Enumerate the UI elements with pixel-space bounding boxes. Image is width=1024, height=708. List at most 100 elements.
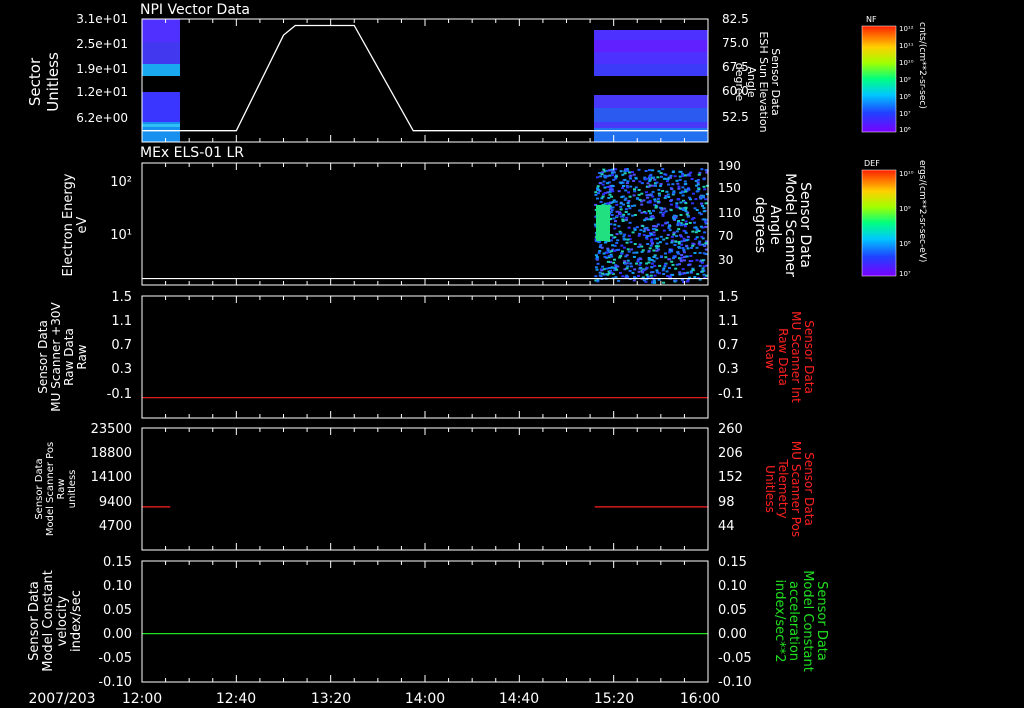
spectrogram-pixel — [606, 202, 610, 205]
spectrogram-pixel — [699, 213, 703, 216]
spectrogram-pixel — [686, 215, 690, 218]
time-tick-label: 16:00 — [680, 691, 720, 707]
spectrogram-pixel — [596, 185, 600, 188]
spectrogram-pixel — [626, 186, 630, 189]
spectrogram-pixel — [651, 169, 655, 172]
spectrogram-pixel — [662, 229, 666, 232]
spectrogram-pixel — [611, 206, 615, 209]
axis-label-line: Raw — [763, 344, 777, 369]
spectrogram-pixel — [692, 217, 696, 219]
spectrogram-pixel — [620, 181, 623, 184]
spectrogram-pixel — [651, 271, 655, 274]
spectrogram-pixel — [655, 181, 659, 184]
spectrogram-pixel — [698, 240, 702, 243]
axis-label-line: Sector — [26, 57, 44, 106]
spectrogram-pixel — [704, 225, 708, 228]
spectrogram-pixel — [633, 214, 637, 216]
spectrogram-pixel — [624, 211, 628, 213]
spectrogram-pixel — [611, 244, 615, 247]
spectrogram-pixel — [693, 276, 697, 279]
spectrogram-pixel — [637, 274, 640, 277]
spectrogram-pixel — [698, 171, 702, 174]
axis-label-line: Telemetry — [776, 458, 790, 518]
spectrogram-pixel — [606, 182, 609, 185]
spectrogram-pixel — [702, 273, 706, 276]
axis-label-line: MU Scanner Int — [789, 311, 803, 403]
spectrogram-pixel — [685, 245, 689, 248]
spectrogram-pixel — [596, 197, 599, 200]
spectrogram-pixel — [659, 211, 663, 214]
spectrogram-pixel — [653, 281, 657, 284]
axis-label-line: acceleration — [786, 581, 801, 661]
spectrogram-pixel — [594, 266, 598, 269]
spectrogram-pixel — [663, 263, 667, 266]
spectrogram-pixel — [655, 247, 659, 250]
spectrogram-pixel — [704, 198, 708, 201]
spectrogram-pixel — [603, 186, 607, 189]
spectrogram-pixel — [658, 206, 662, 209]
spectrogram-pixel — [595, 257, 599, 260]
spectrogram-pixel — [646, 182, 650, 185]
spectrogram-pixel — [631, 231, 635, 234]
spectrogram-pixel — [613, 258, 616, 261]
spectrogram-pixel — [599, 175, 603, 178]
spectrogram-pixel — [667, 183, 671, 186]
spectrogram-pixel — [629, 174, 633, 177]
spectrogram-pixel — [627, 200, 631, 202]
spectrogram-pixel — [611, 184, 615, 187]
spectrogram-pixel — [622, 235, 626, 238]
axis-label-line: Sensor Data — [802, 452, 816, 526]
spectrogram-pixel — [612, 217, 616, 220]
spectrogram-pixel — [678, 207, 682, 210]
spectrogram-pixel — [656, 223, 660, 226]
axis-label-line: Sensor Data — [797, 182, 813, 268]
tick-label: -0.1 — [107, 387, 132, 402]
spectrogram-pixel — [625, 182, 629, 185]
spectrogram-pixel — [597, 241, 601, 244]
spectrogram-pixel — [696, 179, 700, 181]
spectrogram-pixel — [645, 273, 649, 276]
spectrogram-pixel — [669, 176, 672, 179]
spectrogram-pixel — [610, 174, 614, 177]
tick-label: 30 — [718, 253, 733, 267]
axis-label-line: degrees — [752, 197, 768, 253]
spectrogram-pixel — [678, 271, 682, 274]
spectrogram-pixel — [683, 225, 687, 228]
spectrogram-pixel — [627, 250, 631, 253]
spectrogram-pixel — [689, 255, 693, 257]
spectrogram-pixel — [702, 185, 706, 188]
spectrogram-pixel — [675, 202, 679, 205]
tick-label: 10¹¹ — [899, 42, 914, 50]
spectrogram-pixel — [599, 200, 603, 203]
spectrogram-pixel — [646, 229, 650, 232]
spectrogram-pixel — [647, 210, 651, 213]
spectrogram-pixel — [679, 201, 683, 204]
spectrogram-pixel — [682, 237, 686, 240]
spectrogram-pixel — [647, 257, 651, 259]
spectrogram-pixel — [602, 252, 606, 255]
spectrogram-pixel — [609, 234, 613, 236]
spectrogram-pixel — [609, 269, 612, 272]
spectrogram-pixel — [661, 190, 665, 192]
tick-label: 10⁹ — [899, 205, 911, 213]
spectrogram-pixel — [652, 225, 656, 228]
spectrogram-pixel — [637, 189, 641, 191]
multi-panel-time-series: NPI Vector Data 3.1e+01 2.5e+01 1.9e+01 … — [26, 2, 927, 707]
spectrogram-pixel — [626, 169, 630, 172]
y-ticks-right: 260 206 152 98 44 — [718, 422, 743, 534]
spectrogram-pixel — [656, 200, 660, 203]
spectrogram-pixel — [668, 229, 672, 232]
axis-label-line: unitless — [67, 470, 78, 509]
spectrogram-pixel — [594, 275, 598, 278]
tick-label: 10⁷ — [899, 110, 911, 118]
spectrogram-pixel — [653, 198, 657, 201]
spectrogram-pixel — [651, 190, 655, 193]
spectrogram-pixel — [597, 188, 601, 191]
spectrogram-pixel — [624, 218, 628, 221]
spectrogram-pixel — [629, 177, 632, 180]
spectrogram-pixel — [619, 271, 622, 274]
spectrogram-pixel — [648, 175, 652, 178]
tick-label: 0.00 — [103, 627, 132, 642]
spectrogram-pixel — [700, 202, 703, 205]
axis-label-line: index/sec — [69, 590, 84, 652]
